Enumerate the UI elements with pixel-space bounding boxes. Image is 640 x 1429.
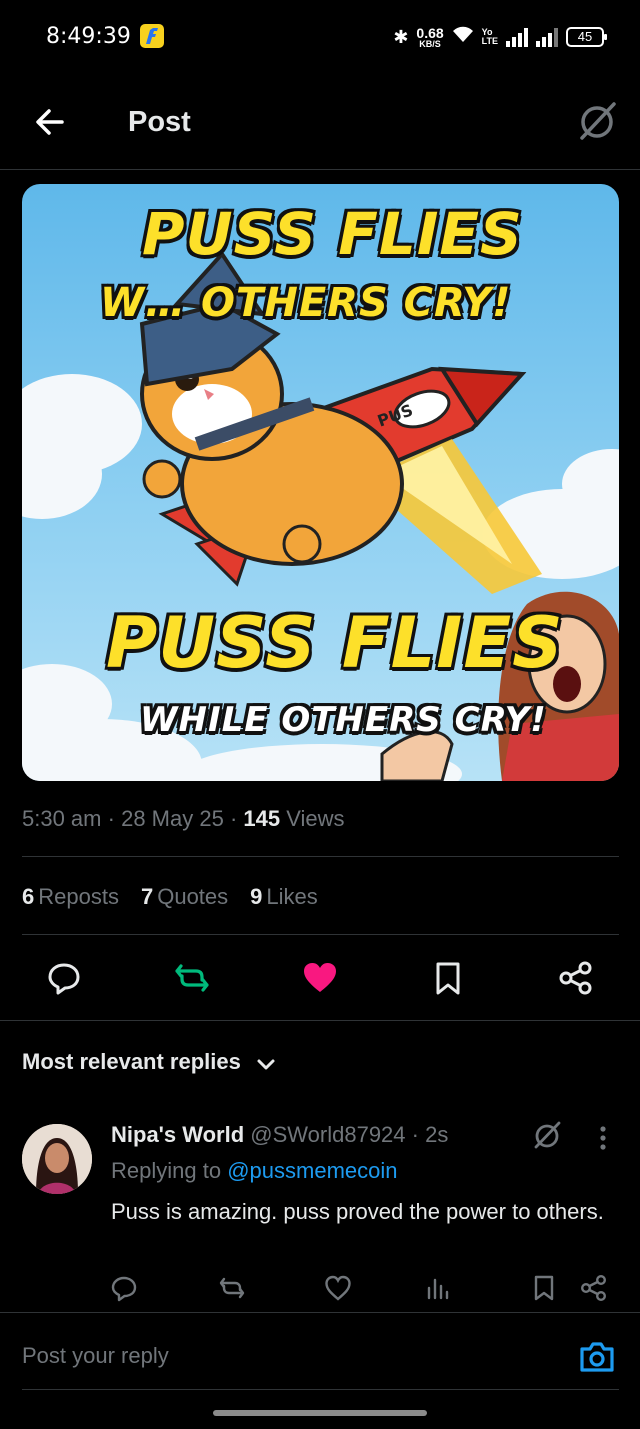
flipkart-app-icon — [140, 24, 164, 48]
reply-author-handle[interactable]: @SWorld87924 — [250, 1122, 405, 1147]
bookmark-icon[interactable] — [430, 960, 466, 996]
battery-icon: 45 — [566, 27, 607, 47]
meme-subline-bottom: WHILE OTHERS CRY! — [140, 700, 547, 740]
likes-count: 9 — [250, 884, 263, 909]
reply-composer: Post your reply — [0, 1312, 640, 1392]
status-bar: 8:49:39 ✱ 0.68 KB/S Yo LTE 45 — [0, 0, 640, 74]
meta-separator: · — [107, 806, 115, 831]
quotes-stat[interactable]: 7 Quotes — [141, 884, 228, 910]
likes-label: Likes — [266, 884, 318, 909]
bookmark-icon[interactable] — [530, 1274, 558, 1302]
meme-headline-bottom: PUSS FLIES — [106, 602, 564, 684]
post-header: Post — [0, 74, 640, 170]
like-heart-icon[interactable] — [324, 1274, 352, 1302]
volte-icon: Yo LTE — [482, 28, 498, 46]
section-divider — [0, 1020, 640, 1021]
quotes-count: 7 — [140, 884, 154, 909]
share-icon[interactable] — [580, 1274, 608, 1302]
post-image[interactable]: PUSS FLIES W… OTHERS CRY! PUSS FLIES WHI… — [22, 184, 619, 781]
network-speed: 0.68 KB/S — [416, 26, 443, 49]
reposts-stat[interactable]: 6 Reposts — [22, 884, 119, 910]
repost-icon[interactable] — [174, 960, 210, 996]
share-icon[interactable] — [558, 960, 594, 996]
reposts-count: 6 — [22, 884, 35, 909]
post-action-bar — [0, 950, 640, 1006]
views-count: 145 — [243, 806, 281, 831]
meme-headline-top: PUSS FLIES — [142, 200, 523, 268]
signal-sim1-icon — [506, 27, 528, 47]
volte-bottom: LTE — [481, 36, 498, 46]
meme-illustration — [22, 250, 619, 781]
reply-text: Puss is amazing. puss proved the power t… — [111, 1199, 604, 1224]
avatar[interactable] — [22, 1124, 92, 1194]
home-indicator[interactable] — [213, 1410, 427, 1416]
status-time: 8:49:39 — [46, 24, 131, 49]
grok-icon[interactable] — [576, 100, 618, 142]
likes-stat[interactable]: 9 Likes — [250, 884, 318, 910]
grok-icon[interactable] — [532, 1120, 562, 1150]
post-stats: 6 Reposts 7 Quotes 9 Likes — [22, 884, 318, 910]
reply-time: 2s — [425, 1122, 449, 1147]
signal-sim2-icon — [536, 27, 558, 47]
reply-input[interactable]: Post your reply — [22, 1343, 169, 1369]
repost-icon[interactable] — [218, 1274, 246, 1302]
meta-separator: · — [411, 1122, 419, 1147]
like-heart-icon[interactable] — [302, 960, 338, 996]
post-time: 5:30 am — [22, 806, 102, 831]
replying-to-prefix: Replying to — [111, 1158, 222, 1183]
replying-to: Replying to @pussmemecoin — [111, 1158, 398, 1184]
divider — [22, 1389, 619, 1390]
meme-subline-top: W… OTHERS CRY! — [100, 280, 512, 326]
replying-to-handle[interactable]: @pussmemecoin — [227, 1158, 397, 1183]
quotes-label: Quotes — [157, 884, 229, 909]
replies-sort-label[interactable]: Most relevant replies — [22, 1049, 241, 1075]
camera-icon[interactable] — [578, 1339, 616, 1375]
reposts-label: Reposts — [38, 884, 119, 909]
network-speed-value: 0.68 — [416, 24, 444, 41]
meta-separator: · — [229, 806, 238, 831]
analytics-icon[interactable] — [424, 1274, 452, 1302]
post-date: 28 May 25 — [121, 806, 224, 831]
divider — [22, 934, 619, 935]
post-meta: 5:30 am · 28 May 25 · 145 Views — [22, 806, 345, 832]
page-title: Post — [128, 106, 191, 138]
views-label: Views — [286, 806, 345, 831]
chevron-down-icon[interactable] — [256, 1054, 276, 1074]
network-speed-unit: KB/S — [419, 38, 441, 49]
bluetooth-icon: ✱ — [393, 26, 409, 48]
reply-icon[interactable] — [110, 1274, 138, 1302]
wifi-icon — [452, 26, 474, 49]
reply-header: Nipa's World @SWorld87924 · 2s — [111, 1122, 448, 1148]
more-options-icon[interactable] — [596, 1124, 610, 1154]
reply-icon[interactable] — [46, 960, 82, 996]
reply-author-name[interactable]: Nipa's World — [111, 1122, 244, 1147]
reply-action-bar — [0, 1274, 640, 1306]
back-arrow-icon[interactable] — [32, 104, 68, 140]
divider — [22, 856, 619, 857]
status-icons: ✱ 0.68 KB/S Yo LTE 45 — [393, 22, 607, 52]
